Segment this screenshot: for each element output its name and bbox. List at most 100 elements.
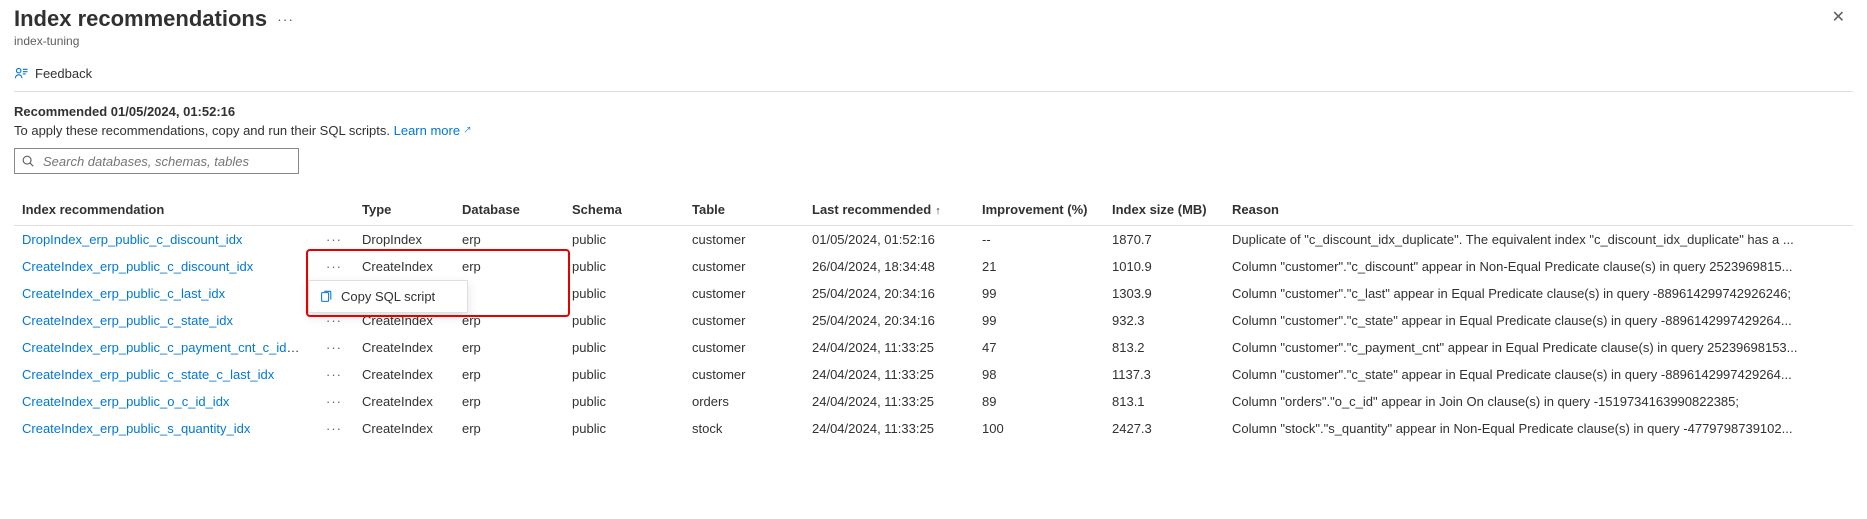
cell-schema: public [564, 388, 684, 415]
cell-rec: CreateIndex_erp_public_c_state_idx [14, 307, 314, 334]
row-more-button[interactable]: ··· [314, 334, 354, 361]
row-more-button[interactable]: ··· [314, 388, 354, 415]
cell-rec: CreateIndex_erp_public_s_quantity_idx [14, 415, 314, 442]
cell-last: 01/05/2024, 01:52:16 [804, 226, 974, 254]
table-header-row: Index recommendation TypeDatabaseSchemaT… [14, 194, 1853, 226]
rec-link[interactable]: CreateIndex_erp_public_c_discount_idx [22, 259, 253, 274]
rec-link[interactable]: CreateIndex_erp_public_o_c_id_idx [22, 394, 229, 409]
search-input[interactable] [41, 153, 292, 170]
cell-size: 932.3 [1104, 307, 1224, 334]
th-size[interactable]: Index size (MB) [1104, 194, 1224, 226]
feedback-button[interactable]: Feedback [14, 66, 92, 81]
cell-schema: public [564, 226, 684, 254]
cell-last: 25/04/2024, 20:34:16 [804, 307, 974, 334]
cell-impr: 99 [974, 280, 1104, 307]
cell-db: erp [454, 388, 564, 415]
cell-table: customer [684, 280, 804, 307]
cell-last: 25/04/2024, 20:34:16 [804, 280, 974, 307]
cell-table: orders [684, 388, 804, 415]
cell-reason: Column "orders"."o_c_id" appear in Join … [1224, 388, 1853, 415]
header-more-button[interactable]: ··· [277, 11, 294, 27]
row-more-button[interactable]: ··· [314, 415, 354, 442]
search-icon [21, 154, 35, 168]
cell-size: 1010.9 [1104, 253, 1224, 280]
cell-impr: 21 [974, 253, 1104, 280]
cell-rec: CreateIndex_erp_public_c_discount_idx [14, 253, 314, 280]
th-table[interactable]: Table [684, 194, 804, 226]
cell-table: stock [684, 415, 804, 442]
th-impr[interactable]: Improvement (%) [974, 194, 1104, 226]
cell-table: customer [684, 361, 804, 388]
table-row: CreateIndex_erp_public_c_discount_idx ···… [14, 253, 1853, 280]
row-more-button[interactable]: ··· [314, 253, 354, 280]
cell-rec: CreateIndex_erp_public_c_last_idx [14, 280, 314, 307]
cell-db: erp [454, 253, 564, 280]
close-button[interactable]: ✕ [1824, 3, 1853, 31]
cell-reason: Column "customer"."c_discount" appear in… [1224, 253, 1853, 280]
cell-impr: 99 [974, 307, 1104, 334]
cell-impr: -- [974, 226, 1104, 254]
cell-type: CreateIndex [354, 334, 454, 361]
cell-last: 24/04/2024, 11:33:25 [804, 388, 974, 415]
cell-reason: Column "stock"."s_quantity" appear in No… [1224, 415, 1853, 442]
cell-type: CreateIndex [354, 388, 454, 415]
table-row: CreateIndex_erp_public_o_c_id_idx ···Crea… [14, 388, 1853, 415]
cell-impr: 98 [974, 361, 1104, 388]
cell-table: customer [684, 226, 804, 254]
th-reason[interactable]: Reason [1224, 194, 1853, 226]
cell-reason: Column "customer"."c_state" appear in Eq… [1224, 361, 1853, 388]
th-schema[interactable]: Schema [564, 194, 684, 226]
cell-table: customer [684, 253, 804, 280]
cell-type: CreateIndex [354, 361, 454, 388]
page-subtitle: index-tuning [14, 34, 1853, 48]
cell-type: CreateIndex [354, 253, 454, 280]
feedback-icon [14, 66, 29, 81]
table-row: CreateIndex_erp_public_c_state_c_last_id… [14, 361, 1853, 388]
context-menu-item[interactable]: Copy SQL script [309, 283, 467, 310]
copy-icon [319, 290, 333, 304]
cell-schema: public [564, 253, 684, 280]
cell-db: erp [454, 361, 564, 388]
th-type[interactable]: Type [354, 194, 454, 226]
cell-db: erp [454, 226, 564, 254]
rec-link[interactable]: CreateIndex_erp_public_c_state_idx [22, 313, 233, 328]
cell-impr: 47 [974, 334, 1104, 361]
cell-impr: 100 [974, 415, 1104, 442]
row-more-button[interactable]: ··· [314, 361, 354, 388]
rec-link[interactable]: DropIndex_erp_public_c_discount_idx [22, 232, 242, 247]
cell-rec: CreateIndex_erp_public_c_state_c_last_id… [14, 361, 314, 388]
learn-more-link[interactable]: Learn more 🡕 [394, 123, 471, 138]
recommended-timestamp-label: Recommended 01/05/2024, 01:52:16 [14, 104, 1853, 119]
recommendations-table: Index recommendation TypeDatabaseSchemaT… [14, 194, 1853, 442]
rec-link[interactable]: CreateIndex_erp_public_s_quantity_idx [22, 421, 250, 436]
apply-description: To apply these recommendations, copy and… [14, 123, 1853, 138]
cell-type: DropIndex [354, 226, 454, 254]
page-title-text: Index recommendations [14, 6, 267, 32]
cell-schema: public [564, 361, 684, 388]
table-body: DropIndex_erp_public_c_discount_idx···Dr… [14, 226, 1853, 443]
cell-reason: Column "customer"."c_state" appear in Eq… [1224, 307, 1853, 334]
search-input-wrapper[interactable] [14, 148, 299, 174]
cell-db: erp [454, 307, 564, 334]
cell-last: 24/04/2024, 11:33:25 [804, 361, 974, 388]
table-row: CreateIndex_erp_public_c_last_idx···publ… [14, 280, 1853, 307]
context-menu-label: Copy SQL script [341, 289, 435, 304]
rec-link[interactable]: CreateIndex_erp_public_c_last_idx [22, 286, 225, 301]
cell-size: 1303.9 [1104, 280, 1224, 307]
th-last[interactable]: Last recommended [804, 194, 974, 226]
table-row: CreateIndex_erp_public_c_payment_cnt_c_i… [14, 334, 1853, 361]
cell-size: 1870.7 [1104, 226, 1224, 254]
cell-type: CreateIndex [354, 415, 454, 442]
table-row: CreateIndex_erp_public_s_quantity_idx ···… [14, 415, 1853, 442]
apply-description-text: To apply these recommendations, copy and… [14, 123, 390, 138]
cell-last: 24/04/2024, 11:33:25 [804, 334, 974, 361]
row-more-button[interactable]: ··· [314, 226, 354, 254]
rec-link[interactable]: CreateIndex_erp_public_c_payment_cnt_c_i… [22, 340, 310, 355]
cell-reason: Duplicate of "c_discount_idx_duplicate".… [1224, 226, 1853, 254]
cell-size: 1137.3 [1104, 361, 1224, 388]
cell-schema: public [564, 334, 684, 361]
th-db[interactable]: Database [454, 194, 564, 226]
th-rec[interactable]: Index recommendation [14, 194, 314, 226]
rec-link[interactable]: CreateIndex_erp_public_c_state_c_last_id… [22, 367, 274, 382]
cell-size: 813.2 [1104, 334, 1224, 361]
